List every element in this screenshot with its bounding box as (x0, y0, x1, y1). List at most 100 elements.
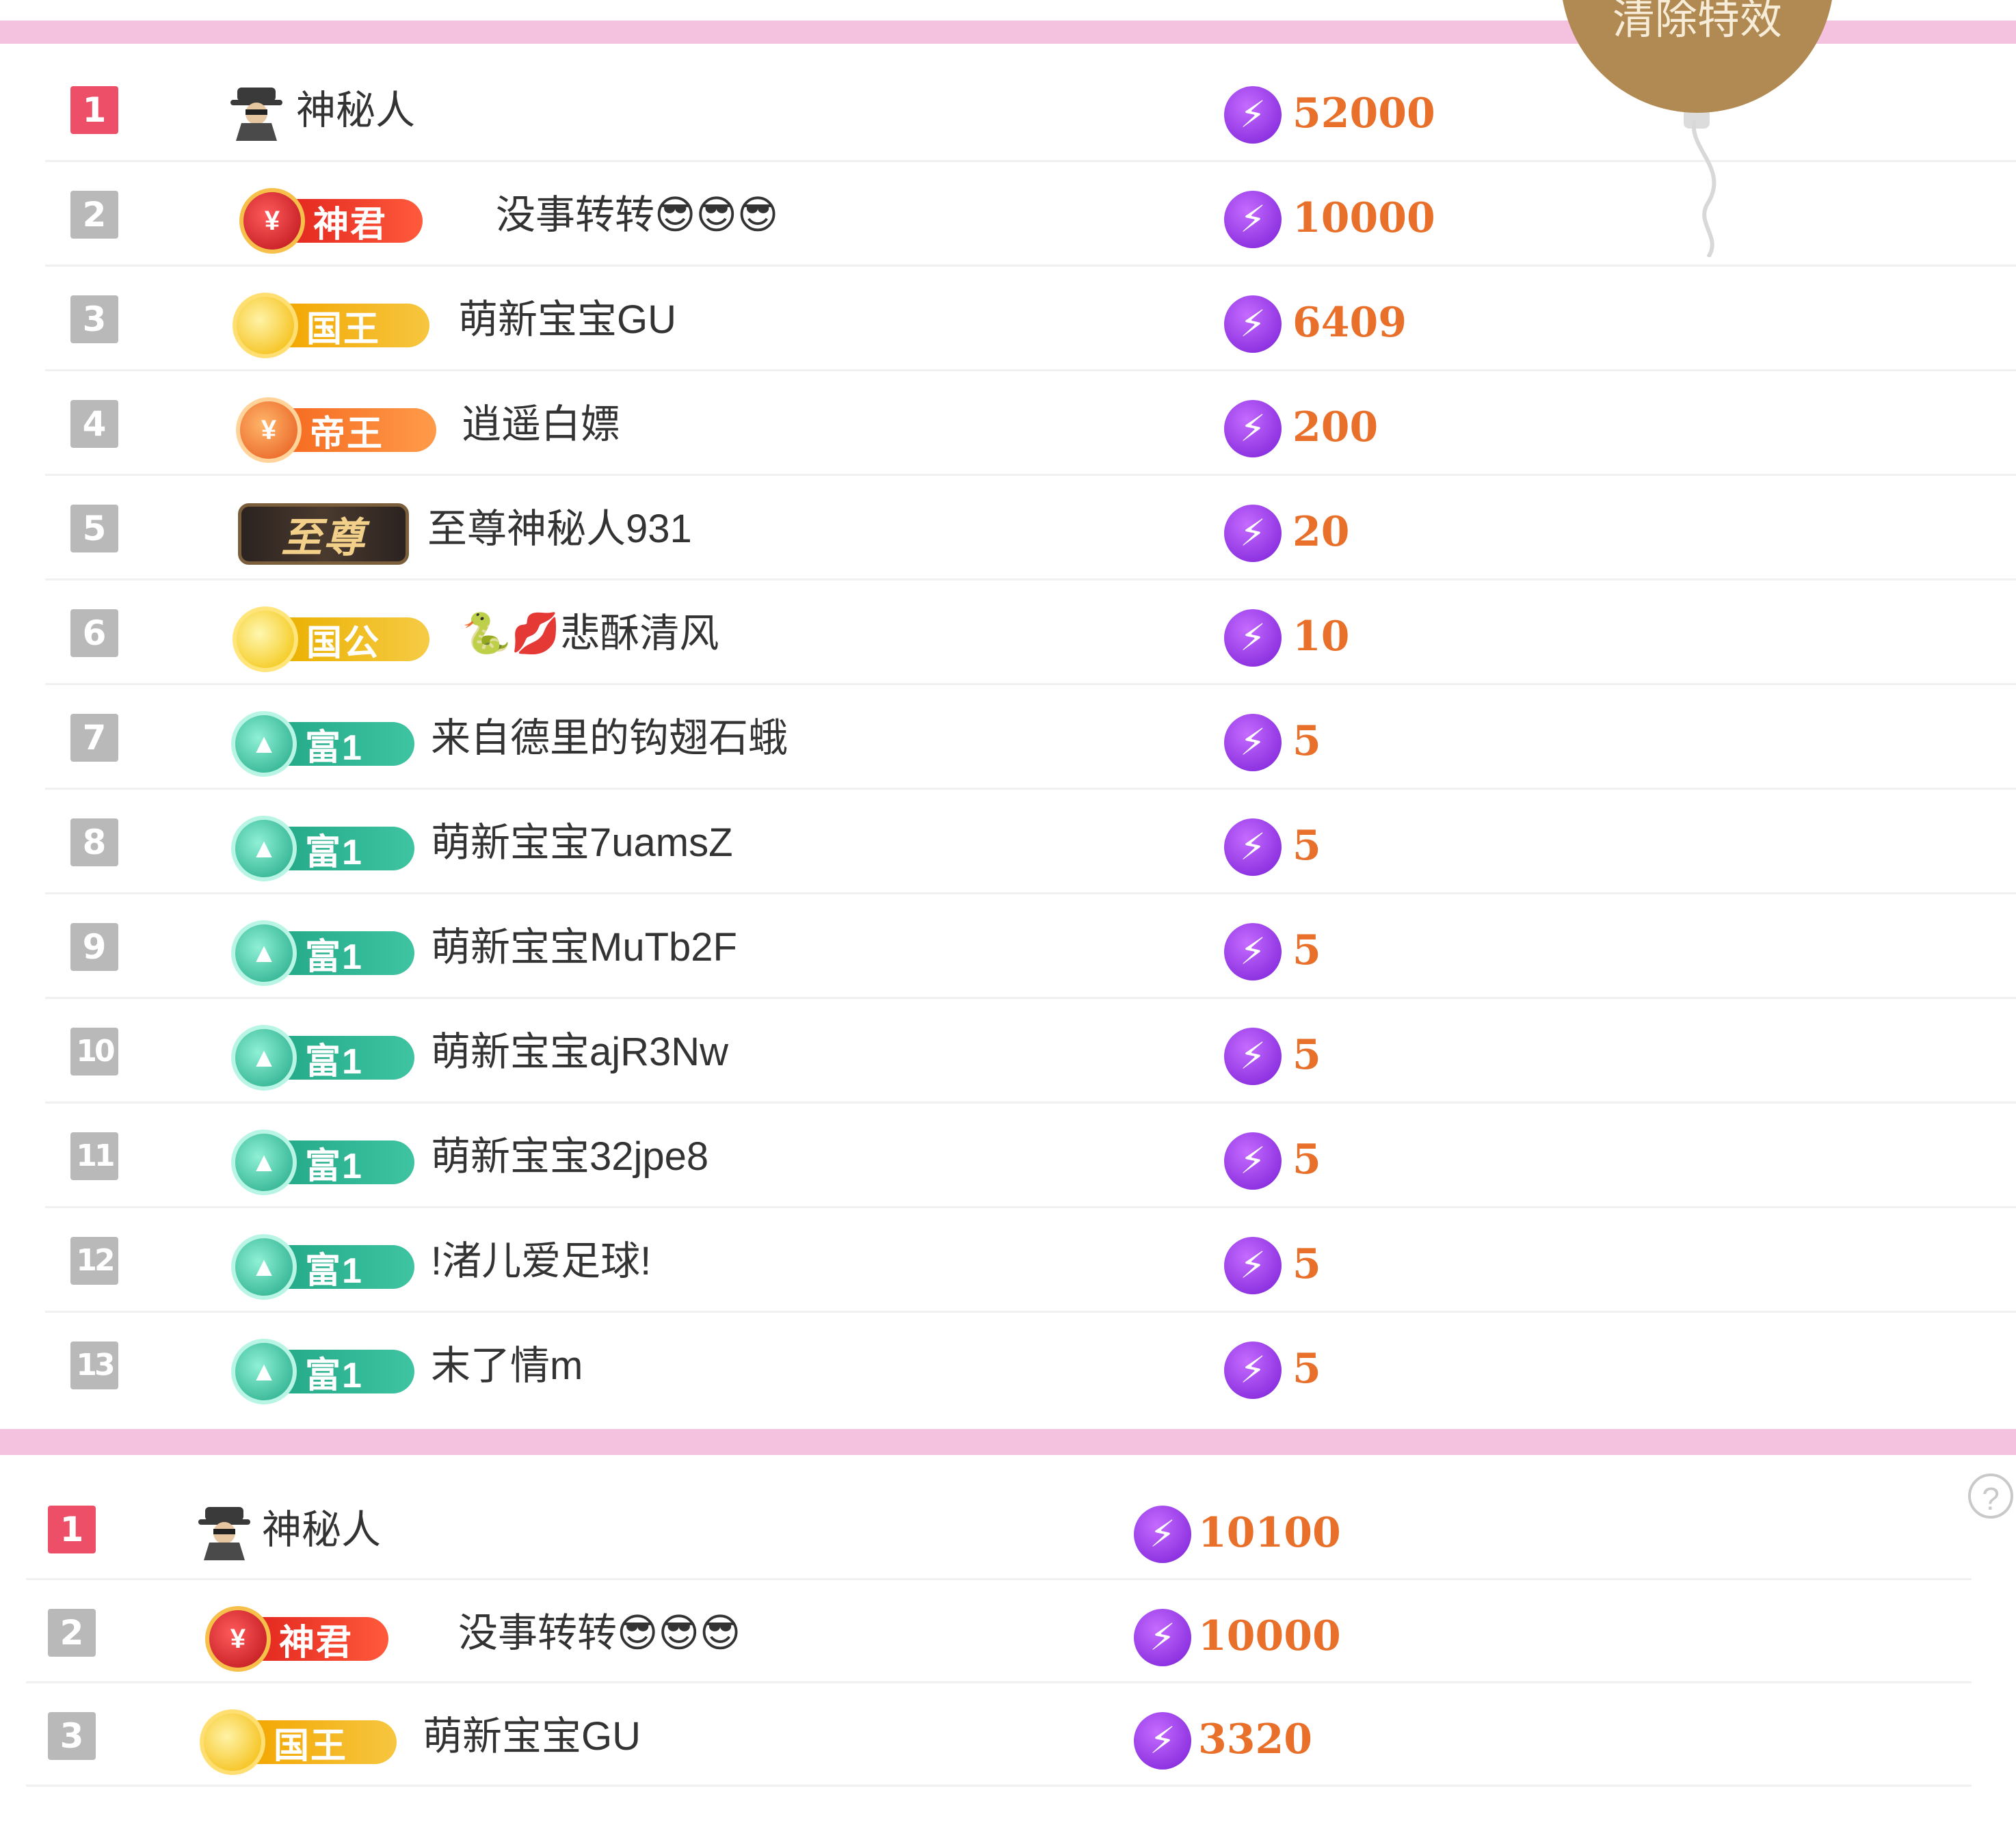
leaderboard-row[interactable]: 7 ▲ 富1 来自德里的钩翅石蛾 5 (0, 685, 2016, 790)
badge-label: 富1 (278, 1245, 414, 1291)
lightning-bolt-icon (1224, 86, 1282, 144)
leaderboard-row[interactable]: 8 ▲ 富1 萌新宝宝7uamsZ 5 (0, 790, 2016, 894)
score-value: 5 (1292, 926, 1321, 974)
badge-orb-icon: ▲ (231, 1130, 297, 1195)
badge-shenjun: ¥ 神君 (239, 188, 423, 254)
leaderboard-row[interactable]: 10 ▲ 富1 萌新宝宝ajR3Nw 5 (0, 999, 2016, 1104)
badge-orb-icon: ▲ (231, 920, 297, 986)
user-name[interactable]: 来自德里的钩翅石蛾 (431, 712, 788, 764)
lightning-bolt-icon (1224, 609, 1282, 667)
badge-label: 富1 (278, 1036, 414, 1082)
leaderboard-row[interactable]: 3 国王 萌新宝宝GU 3320 (0, 1683, 2016, 1787)
rank-number: 5 (70, 505, 118, 552)
badge-fu1: ▲ 富1 (231, 920, 414, 986)
badge-shenjun: ¥ 神君 (205, 1606, 388, 1672)
lightning-bolt-icon (1224, 714, 1282, 771)
leaderboard-row[interactable]: 1 神秘人 10100 (0, 1477, 2016, 1580)
leaderboard-row[interactable]: 9 ▲ 富1 萌新宝宝MuTb2F 5 (0, 894, 2016, 999)
badge-fu1: ▲ 富1 (231, 711, 414, 777)
badge-label: 国公 (279, 617, 429, 663)
lightning-bolt-icon (1224, 923, 1282, 980)
badge-guogong: 国公 (233, 606, 429, 672)
leaderboard-row[interactable]: 2 ¥ 神君 没事转转😎😎😎 10000 (0, 1580, 2016, 1683)
leaderboard-row[interactable]: 3 国王 萌新宝宝GU 6409 (0, 267, 2016, 371)
user-name[interactable]: 神秘人 (262, 1504, 381, 1556)
lightning-bolt-icon (1224, 1132, 1282, 1190)
score-value: 5 (1292, 822, 1321, 870)
user-name[interactable]: 萌新宝宝GU (423, 1711, 641, 1763)
leaderboard-row[interactable]: 4 ¥ 帝王 逍遥白嫖 200 (0, 371, 2016, 476)
badge-label: 富1 (278, 827, 414, 872)
rank-number: 6 (70, 609, 118, 657)
leaderboard-main: 1 神秘人 52000 2 ¥ 神君 没事转转😎😎😎 10000 3 国王 萌新… (0, 57, 2016, 1417)
user-name[interactable]: 神秘人 (296, 85, 415, 137)
badge-label: 神君 (252, 1617, 388, 1663)
rank-number: 9 (70, 923, 118, 971)
badge-label: 国王 (279, 304, 429, 349)
badge-orb-icon: ▲ (231, 1025, 297, 1091)
badge-orb-icon: ¥ (205, 1606, 271, 1672)
rank-number: 4 (70, 400, 118, 448)
leaderboard-row[interactable]: 6 国公 🐍💋悲酥清风 10 (0, 580, 2016, 685)
badge-orb-icon: ▲ (231, 711, 297, 777)
badge-label: 富1 (278, 931, 414, 977)
user-name[interactable]: 至尊神秘人931 (427, 503, 692, 555)
user-name[interactable]: 萌新宝宝MuTb2F (431, 922, 737, 974)
score-value: 10000 (1198, 1612, 1341, 1660)
lightning-bolt-icon (1224, 505, 1282, 562)
rank-number: 1 (70, 86, 118, 134)
user-name[interactable]: 🐍💋悲酥清风 (462, 608, 719, 660)
score-value: 52000 (1292, 90, 1435, 137)
lightning-bolt-icon (1224, 191, 1282, 248)
badge-label: 富1 (278, 722, 414, 768)
user-name[interactable]: 萌新宝宝GU (458, 294, 676, 346)
user-name[interactable]: 末了情m (431, 1340, 583, 1392)
user-name[interactable]: !渚儿爱足球! (431, 1236, 651, 1287)
score-value: 5 (1292, 1031, 1321, 1079)
badge-fu1: ▲ 富1 (231, 1025, 414, 1091)
badge-diwang: ¥ 帝王 (236, 397, 436, 463)
user-name[interactable]: 萌新宝宝7uamsZ (431, 817, 733, 869)
score-value: 5 (1292, 1136, 1321, 1184)
user-name[interactable]: 萌新宝宝32jpe8 (431, 1131, 708, 1183)
leaderboard-row[interactable]: 13 ▲ 富1 末了情m 5 (0, 1313, 2016, 1417)
badge-guowang: 国王 (233, 293, 429, 358)
badge-guowang: 国王 (200, 1709, 397, 1775)
middle-divider-bar (0, 1429, 2016, 1455)
lightning-bolt-icon (1224, 400, 1282, 457)
rank-number: 7 (70, 714, 118, 762)
lightning-bolt-icon (1224, 818, 1282, 876)
user-name[interactable]: 萌新宝宝ajR3Nw (431, 1026, 728, 1078)
rank-number: 12 (70, 1237, 118, 1285)
badge-fu1: ▲ 富1 (231, 1234, 414, 1300)
badge-fu1: ▲ 富1 (231, 1339, 414, 1404)
badge-label: 帝王 (282, 408, 436, 454)
rank-number: 3 (70, 295, 118, 343)
rank-number: 2 (70, 191, 118, 239)
badge-zhizun: 至尊 (238, 503, 409, 565)
badge-orb-icon (200, 1709, 265, 1775)
user-name[interactable]: 没事转转😎😎😎 (496, 189, 778, 241)
badge-label: 神君 (286, 199, 423, 245)
leaderboard-row[interactable]: 5 至尊 至尊神秘人931 20 (0, 476, 2016, 580)
badge-label: 至尊 (238, 503, 409, 565)
badge-orb-icon (233, 606, 298, 672)
leaderboard-secondary: 1 神秘人 10100 2 ¥ 神君 没事转转😎😎😎 10000 3 国王 萌新… (0, 1477, 2016, 1787)
rank-number: 8 (70, 818, 118, 866)
badge-orb-icon: ▲ (231, 1339, 297, 1404)
rank-number: 11 (70, 1132, 118, 1180)
leaderboard-row[interactable]: 12 ▲ 富1 !渚儿爱足球! 5 (0, 1208, 2016, 1313)
score-value: 200 (1292, 403, 1379, 451)
balloon-string (1691, 120, 1716, 257)
user-name[interactable]: 没事转转😎😎😎 (458, 1607, 741, 1659)
rank-number: 13 (70, 1342, 118, 1389)
badge-orb-icon (233, 293, 298, 358)
score-value: 5 (1292, 1345, 1321, 1393)
badge-orb-icon: ▲ (231, 1234, 297, 1300)
badge-orb-icon: ¥ (236, 397, 302, 463)
user-name[interactable]: 逍遥白嫖 (462, 399, 620, 451)
leaderboard-row[interactable]: 11 ▲ 富1 萌新宝宝32jpe8 5 (0, 1104, 2016, 1208)
score-value: 10000 (1292, 194, 1435, 242)
score-value: 5 (1292, 717, 1321, 765)
lightning-bolt-icon (1224, 295, 1282, 353)
